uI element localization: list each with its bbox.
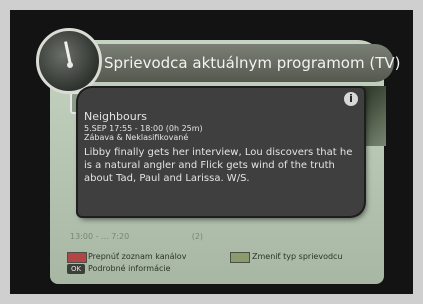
- schedule-time: 13:00 - ... 7:20: [70, 232, 130, 241]
- page-title: Sprievodca aktuálnym programom (TV): [104, 54, 401, 72]
- ok-key-label: Podrobné informácie: [88, 264, 171, 273]
- green-key-label: Zmeniť typ sprievodcu: [252, 252, 343, 261]
- clock-icon: [36, 28, 102, 94]
- red-key-icon[interactable]: [67, 252, 87, 263]
- info-icon[interactable]: i: [344, 92, 358, 106]
- clock-center: [67, 62, 73, 68]
- red-key-label: Prepnúť zoznam kanálov: [88, 252, 187, 261]
- program-description: Libby finally gets her interview, Lou di…: [84, 147, 353, 184]
- green-key-icon[interactable]: [230, 252, 250, 263]
- schedule-row-partial: 13:00 - ... 7:20 (2): [70, 232, 203, 241]
- program-title: Neighbours: [84, 110, 147, 123]
- ok-key-icon[interactable]: OK: [67, 264, 85, 274]
- program-time: 5.SEP 17:55 - 18:00 (0h 25m): [84, 124, 203, 133]
- schedule-mark: (2): [191, 232, 204, 241]
- program-genre: Zábava & Neklasifikované: [84, 133, 189, 142]
